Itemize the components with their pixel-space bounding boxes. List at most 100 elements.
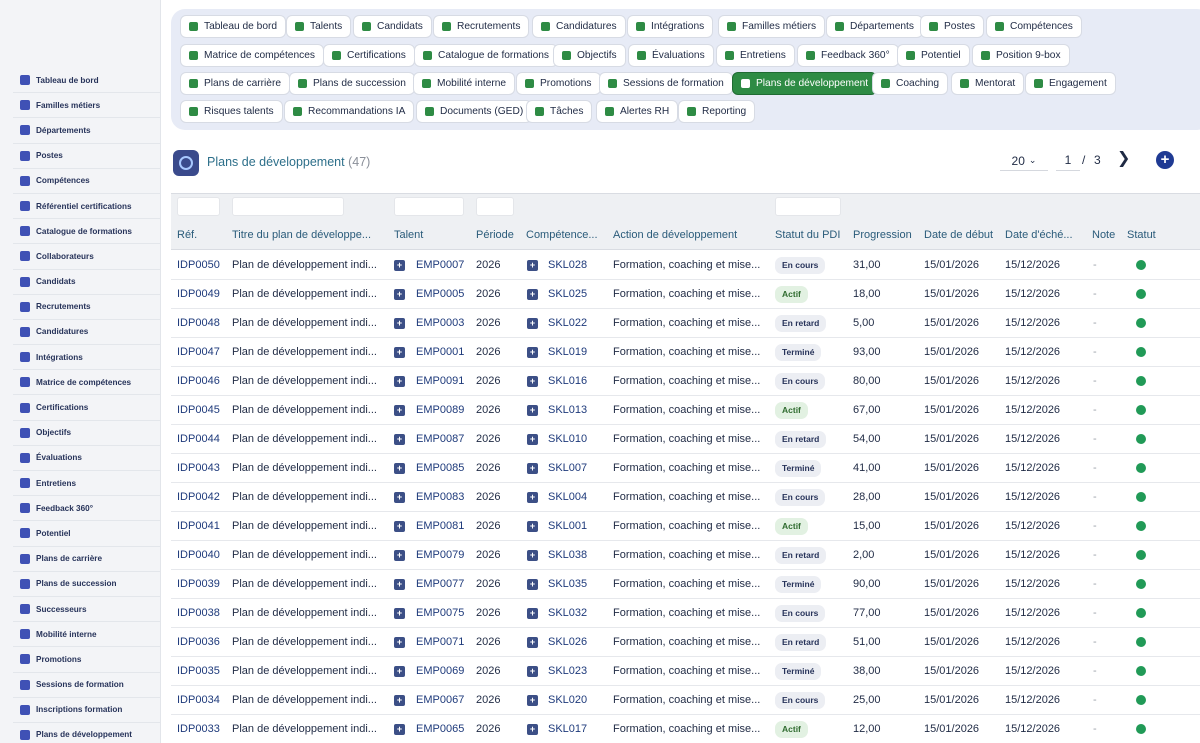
ref-link[interactable]: IDP0049: [177, 288, 220, 300]
talent-link[interactable]: EMP0075: [416, 607, 464, 619]
expand-icon[interactable]: +: [394, 695, 405, 706]
sidebar-item[interactable]: Candidats: [13, 270, 160, 295]
talent-link[interactable]: EMP0083: [416, 491, 464, 503]
sidebar-item[interactable]: Compétences: [13, 169, 160, 194]
sidebar-item[interactable]: Successeurs: [13, 597, 160, 623]
column-header[interactable]: Action de développement: [613, 229, 737, 241]
sidebar-item[interactable]: Matrice de compétences: [13, 370, 160, 396]
table-row[interactable]: IDP0040 Plan de développement indi... + EMP…: [171, 541, 1200, 570]
expand-icon[interactable]: +: [394, 492, 405, 503]
sidebar-item[interactable]: Familles métiers: [13, 93, 160, 119]
talent-link[interactable]: EMP0007: [416, 259, 464, 271]
talent-link[interactable]: EMP0065: [416, 723, 464, 735]
expand-icon[interactable]: +: [527, 695, 538, 706]
nav-chip[interactable]: Talents: [286, 15, 352, 38]
expand-icon[interactable]: +: [394, 550, 405, 561]
sidebar-item[interactable]: Tableau de bord: [13, 68, 160, 94]
filter-ref-input[interactable]: [177, 197, 220, 216]
ref-link[interactable]: IDP0034: [177, 694, 220, 706]
sidebar-item[interactable]: Promotions: [13, 647, 160, 673]
ref-link[interactable]: IDP0035: [177, 665, 220, 677]
expand-icon[interactable]: +: [527, 260, 538, 271]
skill-link[interactable]: SKL007: [548, 462, 587, 474]
expand-icon[interactable]: +: [527, 492, 538, 503]
expand-icon[interactable]: +: [527, 318, 538, 329]
sidebar-item[interactable]: Postes: [13, 144, 160, 169]
talent-link[interactable]: EMP0085: [416, 462, 464, 474]
ref-link[interactable]: IDP0033: [177, 723, 220, 735]
page-size-select[interactable]: 20 ⌄: [1000, 151, 1048, 171]
expand-icon[interactable]: +: [527, 463, 538, 474]
nav-chip[interactable]: Recommandations IA: [284, 100, 415, 123]
filter-title-input[interactable]: [232, 197, 344, 216]
expand-icon[interactable]: +: [394, 289, 405, 300]
sidebar-item[interactable]: Recrutements: [13, 295, 160, 320]
table-row[interactable]: IDP0036 Plan de développement indi... + EMP…: [171, 628, 1200, 657]
nav-chip[interactable]: Candidats: [353, 15, 432, 38]
ref-link[interactable]: IDP0045: [177, 404, 220, 416]
ref-link[interactable]: IDP0047: [177, 346, 220, 358]
nav-chip[interactable]: Tâches: [526, 100, 593, 123]
skill-link[interactable]: SKL028: [548, 259, 587, 271]
nav-chip[interactable]: Certifications: [323, 44, 415, 67]
nav-chip[interactable]: Potentiel: [897, 44, 970, 67]
skill-link[interactable]: SKL004: [548, 491, 587, 503]
expand-icon[interactable]: +: [394, 376, 405, 387]
expand-icon[interactable]: +: [527, 289, 538, 300]
nav-chip[interactable]: Départements: [826, 15, 923, 38]
talent-link[interactable]: EMP0091: [416, 375, 464, 387]
ref-link[interactable]: IDP0036: [177, 636, 220, 648]
nav-chip[interactable]: Sessions de formation: [599, 72, 733, 95]
expand-icon[interactable]: +: [527, 724, 538, 735]
sidebar-item[interactable]: Feedback 360°: [13, 496, 160, 522]
column-header[interactable]: Réf.: [177, 229, 197, 241]
nav-chip[interactable]: Position 9-box: [972, 44, 1070, 67]
column-header[interactable]: Date de début: [924, 229, 993, 241]
sidebar-item[interactable]: Catalogue de formations: [13, 219, 160, 245]
nav-chip[interactable]: Mentorat: [951, 72, 1025, 95]
nav-chip[interactable]: Promotions: [516, 72, 601, 95]
talent-link[interactable]: EMP0067: [416, 694, 464, 706]
skill-link[interactable]: SKL010: [548, 433, 587, 445]
nav-chip[interactable]: Alertes RH: [596, 100, 679, 123]
expand-icon[interactable]: +: [527, 376, 538, 387]
expand-icon[interactable]: +: [527, 347, 538, 358]
sidebar-item[interactable]: Plans de développement: [13, 723, 160, 743]
ref-link[interactable]: IDP0050: [177, 259, 220, 271]
ref-link[interactable]: IDP0042: [177, 491, 220, 503]
filter-status-input[interactable]: [775, 197, 841, 216]
sidebar-item[interactable]: Intégrations: [13, 345, 160, 371]
talent-link[interactable]: EMP0003: [416, 317, 464, 329]
nav-chip[interactable]: Candidatures: [532, 15, 626, 38]
expand-icon[interactable]: +: [394, 347, 405, 358]
nav-chip[interactable]: Évaluations: [628, 44, 714, 67]
expand-icon[interactable]: +: [394, 405, 405, 416]
table-row[interactable]: IDP0039 Plan de développement indi... + EMP…: [171, 570, 1200, 599]
nav-chip[interactable]: Objectifs: [553, 44, 626, 67]
expand-icon[interactable]: +: [394, 579, 405, 590]
table-row[interactable]: IDP0044 Plan de développement indi... + EMP…: [171, 425, 1200, 454]
expand-icon[interactable]: +: [394, 724, 405, 735]
table-row[interactable]: IDP0041 Plan de développement indi... + EMP…: [171, 512, 1200, 541]
nav-chip[interactable]: Catalogue de formations: [414, 44, 558, 67]
expand-icon[interactable]: +: [394, 463, 405, 474]
table-row[interactable]: IDP0049 Plan de développement indi... + EMP…: [171, 280, 1200, 309]
sidebar-item[interactable]: Entretiens: [13, 471, 160, 497]
nav-chip[interactable]: Entretiens: [716, 44, 795, 67]
expand-icon[interactable]: +: [394, 608, 405, 619]
current-page-input[interactable]: 1: [1056, 151, 1080, 171]
skill-link[interactable]: SKL035: [548, 578, 587, 590]
ref-link[interactable]: IDP0046: [177, 375, 220, 387]
table-row[interactable]: IDP0035 Plan de développement indi... + EMP…: [171, 657, 1200, 686]
sidebar-item[interactable]: Sessions de formation: [13, 673, 160, 698]
sidebar-item[interactable]: Certifications: [13, 395, 160, 421]
column-header[interactable]: Compétence...: [526, 229, 598, 241]
skill-link[interactable]: SKL013: [548, 404, 587, 416]
nav-chip[interactable]: Tableau de bord: [180, 15, 287, 38]
nav-chip[interactable]: Coaching: [872, 72, 949, 95]
expand-icon[interactable]: +: [394, 260, 405, 271]
sidebar-item[interactable]: Évaluations: [13, 446, 160, 471]
skill-link[interactable]: SKL016: [548, 375, 587, 387]
nav-chip[interactable]: Matrice de compétences: [180, 44, 324, 67]
talent-link[interactable]: EMP0001: [416, 346, 464, 358]
